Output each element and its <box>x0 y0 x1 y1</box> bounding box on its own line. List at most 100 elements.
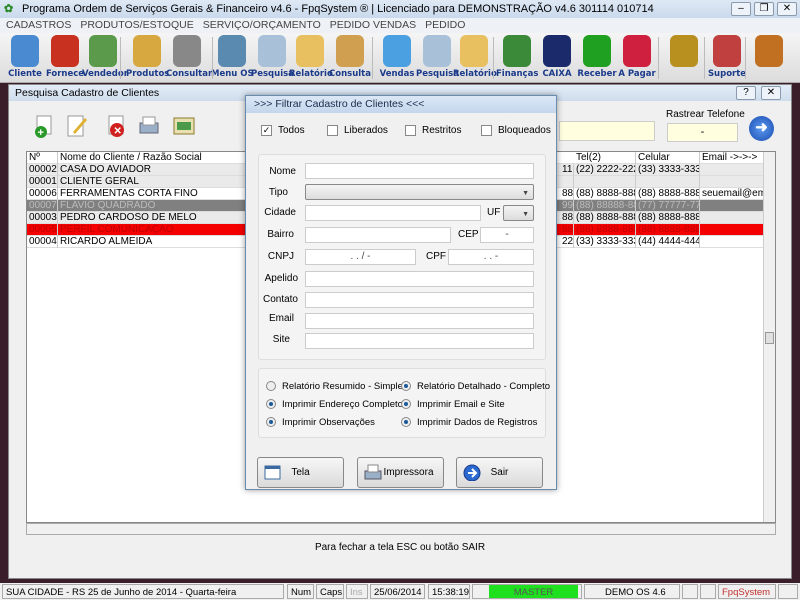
radio-indicator[interactable] <box>401 399 411 409</box>
toolbar-icon <box>713 35 741 67</box>
rastrear-label: Rastrear Telefone <box>666 109 745 120</box>
edit-icon[interactable] <box>65 114 89 138</box>
cell-tel2: (88) 8888-8888 <box>574 188 636 200</box>
option-radio[interactable]: Imprimir Email e Site <box>401 399 505 411</box>
email-input[interactable] <box>305 313 534 329</box>
toolbar-separator <box>372 37 373 79</box>
toolbar-button-consultar[interactable]: Consultar <box>166 35 208 81</box>
checkbox-box[interactable] <box>481 125 492 136</box>
svg-text:✕: ✕ <box>114 126 122 137</box>
toolbar-icon <box>258 35 286 67</box>
vertical-scrollbar[interactable] <box>763 152 775 522</box>
option-radio[interactable]: Imprimir Dados de Registros <box>401 417 537 429</box>
radio-indicator[interactable] <box>266 417 276 427</box>
sair-button[interactable]: Sair <box>456 457 543 488</box>
cep-input[interactable]: - <box>480 227 534 243</box>
minimize-button[interactable]: – <box>731 2 751 16</box>
bairro-input[interactable] <box>305 227 451 243</box>
cell-email <box>700 224 765 236</box>
tela-button[interactable]: Tela <box>257 457 344 488</box>
option-radio[interactable]: Imprimir Endereço Completo <box>266 399 403 411</box>
toolbar-button-receber[interactable]: Receber <box>576 35 618 81</box>
toolbar-button-produtos[interactable]: Produtos <box>126 35 168 81</box>
close-button[interactable]: ✕ <box>777 2 797 16</box>
toolbar-button-pesquisa[interactable]: Pesquisa <box>416 35 458 81</box>
menu-pedidovendas[interactable]: PEDIDO VENDAS <box>330 19 416 31</box>
toolbar-button-cliente[interactable]: Cliente <box>4 35 46 81</box>
uf-select[interactable] <box>503 205 534 221</box>
checkbox-box[interactable] <box>405 125 416 136</box>
menu-serviooramento[interactable]: SERVIÇO/ORÇAMENTO <box>203 19 321 31</box>
toolbar-separator <box>745 37 746 79</box>
toolbar-button-item16[interactable] <box>663 35 705 81</box>
main-toolbar: ClienteForneceVendedorProdutosConsultarM… <box>0 33 800 83</box>
toolbar-button-caixa[interactable]: CAIXA <box>536 35 578 81</box>
header-celular[interactable]: Celular <box>636 152 700 164</box>
option-radio[interactable]: Imprimir Observações <box>266 417 375 429</box>
option-label: Imprimir Endereço Completo <box>282 399 403 410</box>
rastrear-phone-input[interactable]: - <box>667 123 738 142</box>
toolbar-button-pesquisa[interactable]: Pesquisa <box>251 35 293 81</box>
toolbar-button-menuos[interactable]: Menu OS <box>211 35 253 81</box>
cidade-input[interactable] <box>305 205 481 221</box>
menu-produtosestoque[interactable]: PRODUTOS/ESTOQUE <box>80 19 193 31</box>
menu-cadastros[interactable]: CADASTROS <box>6 19 71 31</box>
toolbar-icon <box>383 35 411 67</box>
contato-input[interactable] <box>305 292 534 308</box>
checkbox-box[interactable] <box>327 125 338 136</box>
delete-icon[interactable]: ✕ <box>105 114 129 138</box>
radio-indicator[interactable] <box>266 399 276 409</box>
nome-input[interactable] <box>305 163 534 179</box>
print-icon[interactable] <box>137 114 161 138</box>
cpf-input[interactable]: . . - <box>448 249 534 265</box>
toolbar-button-fornece[interactable]: Fornece <box>44 35 86 81</box>
search-input[interactable] <box>559 121 655 141</box>
option-radio[interactable]: Relatório Resumido - Simples <box>266 381 408 393</box>
toolbar-button-suporte[interactable]: Suporte <box>706 35 748 81</box>
radio-indicator[interactable] <box>401 417 411 427</box>
cell-name: CLIENTE GERAL <box>58 176 258 188</box>
status-bar: SUA CIDADE - RS 25 de Junho de 2014 - Qu… <box>0 583 800 600</box>
inner-close-button[interactable]: ✕ <box>761 86 781 100</box>
cell-name: PEDRO CARDOSO DE MELO <box>58 212 258 224</box>
restore-button[interactable]: ❐ <box>754 2 774 16</box>
checkbox-bloqueados[interactable]: Bloqueados <box>481 125 551 137</box>
label-cnpj: CNPJ <box>244 251 294 262</box>
status-monitor-icon <box>700 584 716 599</box>
apelido-input[interactable] <box>305 271 534 287</box>
help-button[interactable]: ? <box>736 86 756 100</box>
toolbar-button-vendedor[interactable]: Vendedor <box>82 35 124 81</box>
toolbar-button-relatrio[interactable]: Relatório <box>453 35 495 81</box>
header-tel2[interactable]: Tel(2) <box>574 152 636 164</box>
header-email[interactable]: Email ->->-> <box>700 152 765 164</box>
impressora-button[interactable]: Impressora <box>357 457 444 488</box>
toolbar-button-relatrio[interactable]: Relatório <box>289 35 331 81</box>
label-apelido: Apelido <box>248 273 298 284</box>
toolbar-button-consulta[interactable]: Consulta <box>329 35 371 81</box>
toolbar-label: Relatório <box>453 69 495 79</box>
radio-indicator[interactable] <box>401 381 411 391</box>
toolbar-icon <box>133 35 161 67</box>
toolbar-button-item18[interactable] <box>748 35 790 81</box>
site-input[interactable] <box>305 333 534 349</box>
scroll-thumb[interactable] <box>765 332 774 344</box>
toolbar-button-finanas[interactable]: Finanças <box>496 35 538 81</box>
checkbox-liberados[interactable]: Liberados <box>327 125 388 137</box>
toolbar-label: Menu OS <box>211 69 253 79</box>
radio-indicator[interactable] <box>266 381 276 391</box>
toolbar-button-vendas[interactable]: Vendas <box>376 35 418 81</box>
header-name[interactable]: Nome do Cliente / Razão Social <box>58 152 258 164</box>
cnpj-input[interactable]: . . / - <box>305 249 416 265</box>
checkbox-todos[interactable]: ✓Todos <box>261 125 305 137</box>
status-time: 15:38:19 <box>428 584 470 599</box>
add-icon[interactable]: + <box>33 114 57 138</box>
go-arrow-icon[interactable]: ➜ <box>749 116 774 141</box>
tipo-select[interactable] <box>305 184 534 200</box>
checkbox-restritos[interactable]: Restritos <box>405 125 461 137</box>
horizontal-scrollbar[interactable] <box>26 523 776 535</box>
option-radio[interactable]: Relatório Detalhado - Completo <box>401 381 550 393</box>
spreadsheet-icon[interactable] <box>172 114 196 138</box>
toolbar-button-apagar[interactable]: A Pagar <box>616 35 658 81</box>
checkbox-box[interactable]: ✓ <box>261 125 272 136</box>
header-num[interactable]: Nº <box>27 152 58 164</box>
